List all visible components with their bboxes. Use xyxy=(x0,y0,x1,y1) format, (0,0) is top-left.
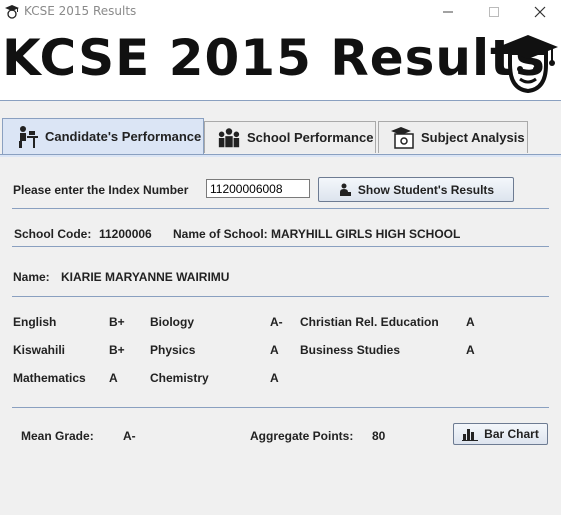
subject-name: Christian Rel. Education xyxy=(300,315,439,329)
divider xyxy=(12,407,549,408)
tab-bar: Candidate's Performance School Performan… xyxy=(0,118,561,154)
bar-chart-label: Bar Chart xyxy=(484,427,539,441)
aggregate-points-label: Aggregate Points: xyxy=(250,429,354,443)
tab-label: School Performance xyxy=(247,130,374,145)
divider xyxy=(12,246,549,247)
tab-panel-border xyxy=(0,154,561,157)
tab-label: Candidate's Performance xyxy=(45,129,202,144)
bar-chart-button[interactable]: Bar Chart xyxy=(453,423,548,445)
subject-grade: A xyxy=(270,371,279,385)
divider xyxy=(12,208,549,209)
subject-name: Chemistry xyxy=(150,371,209,385)
school-code-label: School Code: xyxy=(14,227,92,241)
index-number-label: Please enter the Index Number xyxy=(13,183,189,197)
index-number-input[interactable] xyxy=(206,179,310,198)
tab-school-performance[interactable]: School Performance xyxy=(204,121,376,153)
tab-label: Subject Analysis xyxy=(421,130,525,145)
school-name-value: MARYHILL GIRLS HIGH SCHOOL xyxy=(271,227,461,241)
bar-chart-icon xyxy=(462,427,479,441)
group-icon xyxy=(217,126,241,150)
subject-grade: A xyxy=(466,315,475,329)
subject-grade: A- xyxy=(270,315,283,329)
title-bar: KCSE 2015 Results xyxy=(0,0,561,23)
student-name-value: KIARIE MARYANNE WAIRIMU xyxy=(61,270,230,284)
subject-grade: A xyxy=(109,371,118,385)
subject-name: Physics xyxy=(150,343,196,357)
certificate-icon xyxy=(391,126,415,150)
subject-name: Business Studies xyxy=(300,343,401,357)
student-desk-icon xyxy=(15,125,39,149)
school-name-label: Name of School: xyxy=(173,227,268,241)
minimize-button[interactable] xyxy=(425,0,471,23)
tab-candidates-performance[interactable]: Candidate's Performance xyxy=(2,118,204,154)
graduate-icon xyxy=(4,4,20,20)
subject-name: Kiswahili xyxy=(13,343,66,357)
tab-subject-analysis[interactable]: Subject Analysis xyxy=(378,121,528,153)
mean-grade-label: Mean Grade: xyxy=(21,429,94,443)
maximize-button[interactable] xyxy=(471,0,517,23)
banner: KCSE 2015 Results xyxy=(0,23,561,100)
show-results-button[interactable]: Show Student's Results xyxy=(318,177,514,202)
banner-divider xyxy=(0,100,561,101)
close-button[interactable] xyxy=(517,0,561,23)
subject-name: Biology xyxy=(150,315,194,329)
window-title: KCSE 2015 Results xyxy=(24,4,137,18)
divider xyxy=(12,296,549,297)
graduate-icon xyxy=(496,31,560,95)
subject-grade: B+ xyxy=(109,343,125,357)
subject-grade: A xyxy=(270,343,279,357)
banner-title: KCSE 2015 Results xyxy=(2,29,546,87)
student-name-label: Name: xyxy=(13,270,50,284)
subject-name: Mathematics xyxy=(13,371,86,385)
school-code-value: 11200006 xyxy=(99,227,152,241)
subject-grade: A xyxy=(466,343,475,357)
subject-grade: B+ xyxy=(109,315,125,329)
mean-grade-value: A- xyxy=(123,429,136,443)
aggregate-points-value: 80 xyxy=(372,429,386,443)
show-results-label: Show Student's Results xyxy=(357,182,495,197)
subject-name: English xyxy=(13,315,57,329)
student-icon xyxy=(338,183,352,197)
